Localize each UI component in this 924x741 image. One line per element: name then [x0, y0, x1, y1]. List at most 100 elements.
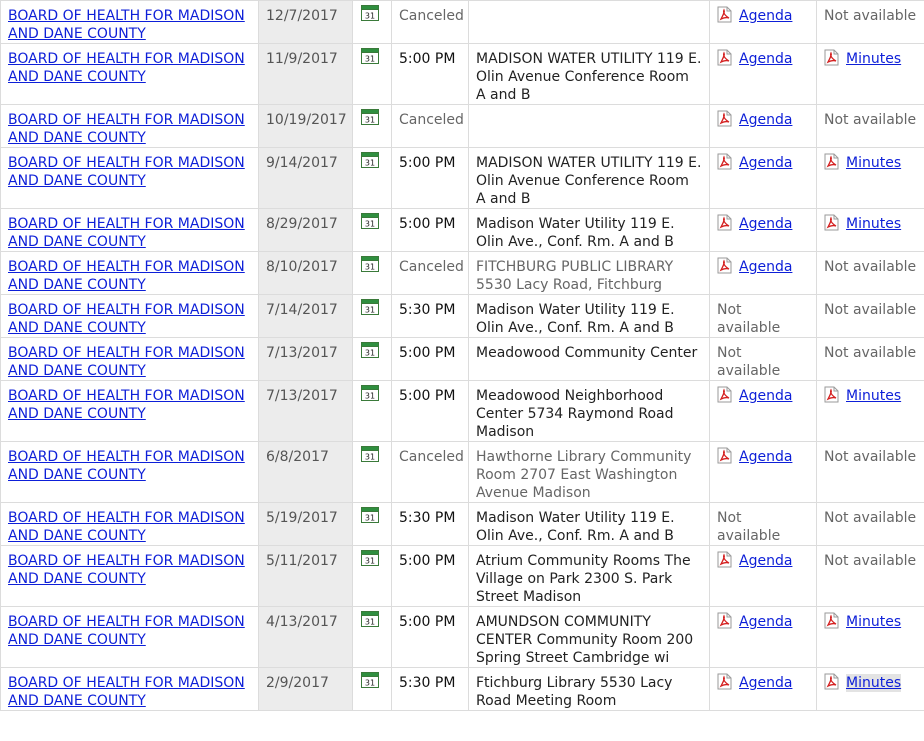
body-name-link[interactable]: BOARD OF HEALTH FOR MADISON AND DANE COU…	[8, 553, 245, 587]
calendar-icon[interactable]: 31	[361, 446, 379, 462]
calendar-icon[interactable]: 31	[361, 256, 379, 272]
agenda-link[interactable]: Agenda	[739, 613, 792, 631]
meeting-date: 5/11/2017	[258, 545, 353, 607]
minutes-cell: Not available	[816, 441, 924, 503]
pdf-icon	[824, 386, 840, 403]
calendar-icon[interactable]: 31	[361, 342, 379, 358]
table-row: BOARD OF HEALTH FOR MADISON AND DANE COU…	[0, 147, 924, 209]
table-row: BOARD OF HEALTH FOR MADISON AND DANE COU…	[0, 208, 924, 252]
body-name-link[interactable]: BOARD OF HEALTH FOR MADISON AND DANE COU…	[8, 614, 245, 648]
svg-text:31: 31	[365, 55, 375, 64]
meeting-time: Canceled	[391, 441, 469, 503]
pdf-icon	[717, 551, 733, 568]
calendar-icon[interactable]: 31	[361, 152, 379, 168]
agenda-not-available: Not available	[717, 302, 781, 336]
meeting-date: 9/14/2017	[258, 147, 353, 209]
meeting-time: 5:00 PM	[391, 380, 469, 442]
svg-text:31: 31	[365, 679, 375, 688]
minutes-cell: Minutes	[816, 667, 924, 711]
meeting-date: 10/19/2017	[258, 104, 353, 148]
agenda-link[interactable]: Agenda	[739, 387, 792, 405]
svg-text:31: 31	[365, 116, 375, 125]
minutes-cell: Not available	[816, 251, 924, 295]
meeting-location: FITCHBURG PUBLIC LIBRARY 5530 Lacy Road,…	[468, 251, 710, 295]
body-name-link[interactable]: BOARD OF HEALTH FOR MADISON AND DANE COU…	[8, 510, 245, 544]
meeting-time: 5:00 PM	[391, 147, 469, 209]
calendar-icon[interactable]: 31	[361, 385, 379, 401]
meeting-date: 5/19/2017	[258, 502, 353, 546]
meeting-location	[468, 104, 710, 148]
meeting-location: Meadowood Community Center	[468, 337, 710, 381]
meeting-location: MADISON WATER UTILITY 119 E. Olin Avenue…	[468, 43, 710, 105]
pdf-icon	[717, 153, 733, 170]
calendar-icon[interactable]: 31	[361, 5, 379, 21]
agenda-not-available: Not available	[717, 510, 781, 544]
table-row: BOARD OF HEALTH FOR MADISON AND DANE COU…	[0, 502, 924, 546]
pdf-icon	[824, 673, 840, 690]
agenda-cell: Agenda	[709, 441, 817, 503]
agenda-link[interactable]: Agenda	[739, 552, 792, 570]
calendar-icon[interactable]: 31	[361, 213, 379, 229]
pdf-icon	[717, 386, 733, 403]
agenda-cell: Agenda	[709, 545, 817, 607]
minutes-document: Minutes	[824, 214, 917, 233]
meeting-location: Atrium Community Rooms The Village on Pa…	[468, 545, 710, 607]
agenda-cell: Agenda	[709, 667, 817, 711]
minutes-link[interactable]: Minutes	[846, 215, 901, 233]
table-row: BOARD OF HEALTH FOR MADISON AND DANE COU…	[0, 606, 924, 668]
body-name-link[interactable]: BOARD OF HEALTH FOR MADISON AND DANE COU…	[8, 388, 245, 422]
body-name-link[interactable]: BOARD OF HEALTH FOR MADISON AND DANE COU…	[8, 449, 245, 483]
agenda-link[interactable]: Agenda	[739, 154, 792, 172]
svg-text:31: 31	[365, 12, 375, 21]
agenda-link[interactable]: Agenda	[739, 258, 792, 276]
minutes-link[interactable]: Minutes	[846, 154, 901, 172]
agenda-link[interactable]: Agenda	[739, 215, 792, 233]
body-name-link[interactable]: BOARD OF HEALTH FOR MADISON AND DANE COU…	[8, 302, 245, 336]
table-row: BOARD OF HEALTH FOR MADISON AND DANE COU…	[0, 380, 924, 442]
body-name-link[interactable]: BOARD OF HEALTH FOR MADISON AND DANE COU…	[8, 112, 245, 146]
meeting-location: Meadowood Neighborhood Center 5734 Raymo…	[468, 380, 710, 442]
body-name-link[interactable]: BOARD OF HEALTH FOR MADISON AND DANE COU…	[8, 51, 245, 85]
agenda-cell: Agenda	[709, 147, 817, 209]
meeting-date: 7/13/2017	[258, 380, 353, 442]
meeting-date: 8/29/2017	[258, 208, 353, 252]
body-name-link[interactable]: BOARD OF HEALTH FOR MADISON AND DANE COU…	[8, 259, 245, 293]
minutes-link[interactable]: Minutes	[846, 674, 902, 692]
meeting-date: 2/9/2017	[258, 667, 353, 711]
agenda-link[interactable]: Agenda	[739, 50, 792, 68]
calendar-icon[interactable]: 31	[361, 48, 379, 64]
calendar-icon[interactable]: 31	[361, 672, 379, 688]
agenda-cell: Agenda	[709, 208, 817, 252]
body-name-link[interactable]: BOARD OF HEALTH FOR MADISON AND DANE COU…	[8, 8, 245, 42]
minutes-cell: Minutes	[816, 380, 924, 442]
pdf-icon	[824, 214, 840, 231]
calendar-icon[interactable]: 31	[361, 550, 379, 566]
body-name-link[interactable]: BOARD OF HEALTH FOR MADISON AND DANE COU…	[8, 216, 245, 250]
agenda-link[interactable]: Agenda	[739, 111, 792, 129]
minutes-document: Minutes	[824, 386, 917, 405]
agenda-link[interactable]: Agenda	[739, 674, 792, 692]
svg-text:31: 31	[365, 453, 375, 462]
minutes-link[interactable]: Minutes	[846, 387, 901, 405]
agenda-link[interactable]: Agenda	[739, 7, 792, 25]
meeting-location: Ftichburg Library 5530 Lacy Road Meeting…	[468, 667, 710, 711]
agenda-document: Agenda	[717, 447, 809, 466]
calendar-icon[interactable]: 31	[361, 109, 379, 125]
minutes-cell: Not available	[816, 545, 924, 607]
minutes-link[interactable]: Minutes	[846, 613, 901, 631]
table-row: BOARD OF HEALTH FOR MADISON AND DANE COU…	[0, 251, 924, 295]
meeting-date: 11/9/2017	[258, 43, 353, 105]
agenda-document: Agenda	[717, 153, 809, 172]
body-name-link[interactable]: BOARD OF HEALTH FOR MADISON AND DANE COU…	[8, 345, 245, 379]
calendar-icon[interactable]: 31	[361, 507, 379, 523]
minutes-cell: Not available	[816, 337, 924, 381]
body-name-link[interactable]: BOARD OF HEALTH FOR MADISON AND DANE COU…	[8, 675, 245, 709]
meeting-time: Canceled	[391, 104, 469, 148]
calendar-icon[interactable]: 31	[361, 611, 379, 627]
table-row: BOARD OF HEALTH FOR MADISON AND DANE COU…	[0, 667, 924, 711]
agenda-link[interactable]: Agenda	[739, 448, 792, 466]
minutes-link[interactable]: Minutes	[846, 50, 901, 68]
body-name-link[interactable]: BOARD OF HEALTH FOR MADISON AND DANE COU…	[8, 155, 245, 189]
meeting-location: Madison Water Utility 119 E. Olin Ave., …	[468, 294, 710, 338]
calendar-icon[interactable]: 31	[361, 299, 379, 315]
